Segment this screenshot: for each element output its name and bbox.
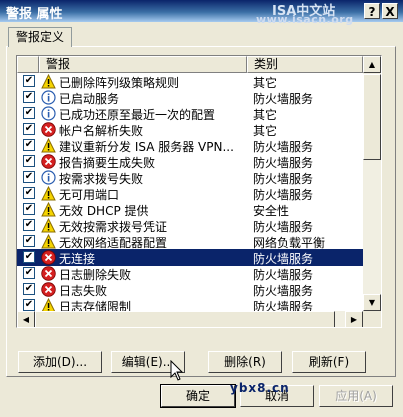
enable-checkbox[interactable]: ✔: [23, 235, 35, 247]
scroll-down-button[interactable]: ▼: [363, 294, 381, 311]
warning-icon: [41, 201, 56, 217]
tab-alert-definitions[interactable]: 警报定义: [8, 27, 72, 47]
horizontal-scrollbar[interactable]: ◀ ▶: [17, 311, 363, 327]
scroll-up-button[interactable]: ▲: [363, 56, 381, 73]
refresh-button[interactable]: 刷新(F): [292, 351, 366, 373]
table-row[interactable]: ✔ 无效按需求拨号凭证 防火墙服务: [17, 217, 363, 234]
table-row[interactable]: ✔ 已删除阵列级策略规则 其它: [17, 73, 363, 90]
table-row[interactable]: ✔ 无效 DHCP 提供 安全性: [17, 201, 363, 218]
mouse-cursor-icon: [170, 360, 184, 381]
scroll-corner: [363, 311, 381, 327]
table-row[interactable]: ✔ 无可用端口 防火墙服务: [17, 185, 363, 202]
error-icon: [41, 282, 56, 297]
enable-checkbox[interactable]: ✔: [23, 139, 35, 151]
add-button[interactable]: 添加(D)...: [18, 351, 102, 373]
header-alert[interactable]: 警报: [39, 56, 247, 73]
help-button[interactable]: ?: [364, 3, 380, 19]
enable-checkbox[interactable]: ✔: [23, 123, 35, 135]
enable-checkbox[interactable]: ✔: [23, 91, 35, 103]
enable-checkbox[interactable]: ✔: [23, 283, 35, 295]
table-row[interactable]: ✔ 无效网络适配器配置 网络负载平衡: [17, 233, 363, 250]
warning-icon: [41, 185, 56, 201]
footer-watermark: ybx8.cn: [230, 381, 290, 395]
apply-button[interactable]: 应用(A): [319, 385, 393, 407]
info-icon: [41, 106, 56, 121]
list-header: 警报 类别: [17, 56, 363, 73]
close-button[interactable]: X: [382, 3, 398, 19]
warning-icon: [41, 137, 56, 153]
delete-button[interactable]: 删除(R): [208, 351, 282, 373]
vertical-scroll-thumb[interactable]: [363, 74, 381, 160]
ok-button[interactable]: 确定: [160, 384, 236, 408]
error-icon: [41, 250, 56, 265]
enable-checkbox[interactable]: ✔: [23, 75, 35, 87]
vertical-scrollbar[interactable]: ▲ ▼: [363, 56, 381, 311]
enable-checkbox[interactable]: ✔: [23, 107, 35, 119]
title-bar: 警报 属性 ISA中文站 www.isacn.org ? X: [0, 0, 403, 26]
warning-icon: [41, 217, 56, 233]
table-row[interactable]: ✔ 日志失败 防火墙服务: [17, 281, 363, 298]
info-icon: [41, 170, 56, 185]
table-row[interactable]: ✔ 已启动服务 防火墙服务: [17, 89, 363, 106]
enable-checkbox[interactable]: ✔: [23, 155, 35, 167]
warning-icon: [41, 233, 56, 249]
table-row[interactable]: ✔ 报告摘要生成失败 防火墙服务: [17, 153, 363, 170]
watermark-url: www.isacn.org: [256, 13, 354, 26]
error-icon: [41, 154, 56, 169]
enable-checkbox[interactable]: ✔: [23, 187, 35, 199]
enable-checkbox[interactable]: ✔: [23, 219, 35, 231]
window-title: 警报 属性: [6, 7, 63, 22]
error-icon: [41, 266, 56, 281]
table-row[interactable]: ✔ 按需求拨号失败 防火墙服务: [17, 169, 363, 186]
header-checkbox-column[interactable]: [17, 56, 39, 73]
enable-checkbox[interactable]: ✔: [23, 267, 35, 279]
enable-checkbox[interactable]: ✔: [23, 171, 35, 183]
table-row[interactable]: ✔ 日志删除失败 防火墙服务: [17, 265, 363, 282]
warning-icon: [41, 73, 56, 89]
alert-list[interactable]: 警报 类别 ✔ 已删除阵列级策略规则 其它 ✔ 已启动服务 防火墙服务 ✔ 已成功还原至最近一…: [16, 55, 382, 328]
table-row[interactable]: ✔ 无连接 防火墙服务: [17, 249, 363, 266]
scroll-left-button[interactable]: ◀: [17, 311, 35, 327]
info-icon: [41, 90, 56, 105]
enable-checkbox[interactable]: ✔: [23, 299, 35, 311]
scroll-right-button[interactable]: ▶: [345, 311, 363, 327]
table-row[interactable]: ✔ 已成功还原至最近一次的配置 其它: [17, 105, 363, 122]
horizontal-scroll-thumb[interactable]: [35, 311, 335, 327]
header-category[interactable]: 类别: [247, 56, 363, 73]
table-row[interactable]: ✔ 建议重新分发 ISA 服务器 VPN... 防火墙服务: [17, 137, 363, 154]
enable-checkbox[interactable]: ✔: [23, 251, 35, 263]
table-row[interactable]: ✔ 帐户名解析失败 其它: [17, 121, 363, 138]
enable-checkbox[interactable]: ✔: [23, 203, 35, 215]
error-icon: [41, 122, 56, 137]
